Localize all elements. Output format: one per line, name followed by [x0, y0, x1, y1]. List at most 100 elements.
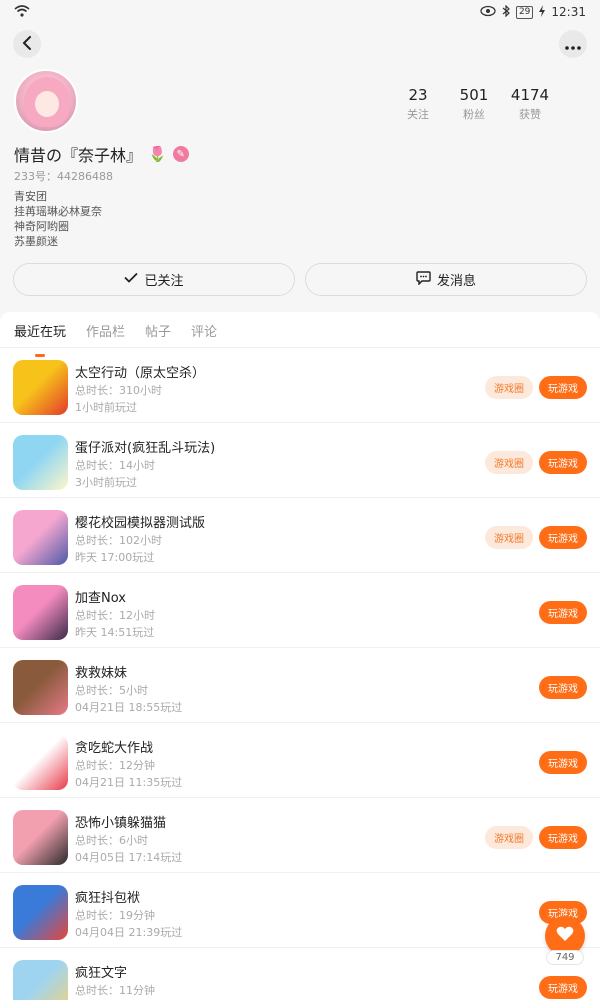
- game-circle-button[interactable]: 游戏圈: [485, 826, 533, 849]
- game-icon[interactable]: [13, 735, 68, 790]
- play-game-button[interactable]: 玩游戏: [539, 451, 587, 474]
- game-name: 救救妹妹: [75, 666, 128, 681]
- game-last-played: 04月04日 21:39玩过: [75, 926, 183, 939]
- stat-likes[interactable]: 4174 获赞: [502, 86, 558, 122]
- play-game-button[interactable]: 玩游戏: [539, 976, 587, 999]
- bio-line: 青安团: [14, 190, 47, 203]
- game-name: 太空行动（原太空杀）: [75, 366, 206, 381]
- stat-following[interactable]: 23 关注: [390, 86, 446, 122]
- play-game-button[interactable]: 玩游戏: [539, 676, 587, 699]
- game-icon[interactable]: [13, 660, 68, 715]
- game-last-played: 04月21日 18:55玩过: [75, 701, 183, 714]
- stat-label: 关注: [407, 108, 429, 121]
- status-bar: 29 12:31: [0, 0, 600, 24]
- content-panel: 最近在玩 作品栏 帖子 评论 太空行动（原太空杀） 总时长：310小时 1小时前玩过…: [0, 312, 600, 1000]
- bio-line: 苏墨颜迷: [14, 235, 58, 248]
- game-row[interactable]: 疯狂抖包袱 总时长：19分钟 04月04日 21:39玩过 玩游戏: [0, 873, 600, 948]
- game-duration: 总时长：6小时: [75, 834, 148, 847]
- stat-label: 获赞: [519, 108, 541, 121]
- status-time: 12:31: [551, 5, 586, 19]
- avatar[interactable]: [14, 69, 78, 133]
- game-duration: 总时长：19分钟: [75, 909, 155, 922]
- tab-recent[interactable]: 最近在玩: [14, 321, 66, 347]
- stat-value: 23: [408, 86, 428, 104]
- bio: 青安团 挂苒瑶琳必林夏奈 神奇阿哟圈 苏墨颜迷: [14, 189, 102, 249]
- game-row[interactable]: 疯狂文字总时长：11分钟 玩游戏: [0, 948, 600, 1000]
- back-button[interactable]: [13, 30, 41, 58]
- game-last-played: 04月05日 17:14玩过: [75, 851, 183, 864]
- user-id: 233号：44286488: [14, 170, 113, 183]
- game-icon[interactable]: [13, 435, 68, 490]
- game-icon[interactable]: [13, 510, 68, 565]
- stat-label: 粉丝: [463, 108, 485, 121]
- game-icon[interactable]: [13, 360, 68, 415]
- tab-posts[interactable]: 帖子: [145, 321, 171, 347]
- game-duration: 总时长：12小时: [75, 609, 155, 622]
- game-circle-button[interactable]: 游戏圈: [485, 376, 533, 399]
- tab-works[interactable]: 作品栏: [86, 321, 125, 347]
- game-last-played: 04月21日 11:35玩过: [75, 776, 183, 789]
- game-last-played: 3小时前玩过: [75, 476, 137, 489]
- like-count: 749: [546, 950, 584, 965]
- game-icon[interactable]: [13, 960, 68, 1000]
- game-row[interactable]: 贪吃蛇大作战 总时长：12分钟 04月21日 11:35玩过 玩游戏: [0, 723, 600, 798]
- wifi-icon: [14, 4, 30, 20]
- nickname: 情昔の『奈子林』: [14, 146, 143, 165]
- game-last-played: 昨天 17:00玩过: [75, 551, 155, 564]
- more-button[interactable]: [559, 30, 587, 58]
- game-duration: 总时长：11分钟: [75, 984, 155, 997]
- game-list: 太空行动（原太空杀） 总时长：310小时 1小时前玩过 游戏圈 玩游戏 蛋仔派对(疯狂乱斗…: [0, 348, 600, 1000]
- game-row[interactable]: 恐怖小镇躲猫猫 总时长：6小时 04月05日 17:14玩过 游戏圈 玩游戏: [0, 798, 600, 873]
- badge-icon[interactable]: ✎: [172, 146, 189, 162]
- game-icon[interactable]: [13, 810, 68, 865]
- game-name: 蛋仔派对(疯狂乱斗玩法): [75, 441, 216, 456]
- tab-bar: 最近在玩 作品栏 帖子 评论: [0, 312, 600, 348]
- game-row[interactable]: 加查Nox 总时长：12小时 昨天 14:51玩过 玩游戏: [0, 573, 600, 648]
- heart-icon: [556, 926, 574, 946]
- game-duration: 总时长：12分钟: [75, 759, 155, 772]
- game-row[interactable]: 蛋仔派对(疯狂乱斗玩法) 总时长：14小时 3小时前玩过 游戏圈 玩游戏: [0, 423, 600, 498]
- game-name: 疯狂抖包袱: [75, 891, 141, 906]
- eye-icon: [480, 5, 496, 20]
- game-name: 恐怖小镇躲猫猫: [75, 816, 167, 831]
- follow-label: 已关注: [144, 274, 184, 289]
- game-duration: 总时长：102小时: [75, 534, 162, 547]
- game-name: 加查Nox: [75, 591, 126, 606]
- game-icon[interactable]: [13, 885, 68, 940]
- play-game-button[interactable]: 玩游戏: [539, 826, 587, 849]
- message-icon: [416, 270, 431, 289]
- game-row[interactable]: 救救妹妹 总时长：5小时 04月21日 18:55玩过 玩游戏: [0, 648, 600, 723]
- game-row[interactable]: 太空行动（原太空杀） 总时长：310小时 1小时前玩过 游戏圈 玩游戏: [0, 348, 600, 423]
- bio-line: 神奇阿哟圈: [14, 220, 69, 233]
- profile-stats: 23 关注 501 粉丝 4174 获赞: [390, 86, 558, 122]
- bluetooth-icon: [502, 4, 510, 20]
- game-icon[interactable]: [13, 585, 68, 640]
- message-button[interactable]: 发消息: [305, 263, 587, 296]
- charging-icon: [539, 4, 546, 20]
- game-last-played: 昨天 14:51玩过: [75, 626, 155, 639]
- game-name: 樱花校园模拟器测试版: [75, 516, 206, 531]
- play-game-button[interactable]: 玩游戏: [539, 751, 587, 774]
- stat-value: 501: [459, 86, 489, 104]
- message-label: 发消息: [436, 274, 476, 289]
- game-circle-button[interactable]: 游戏圈: [485, 526, 533, 549]
- game-duration: 总时长：310小时: [75, 384, 162, 397]
- chevron-left-icon: [22, 35, 32, 54]
- stat-fans[interactable]: 501 粉丝: [446, 86, 502, 122]
- flower-icon: 🌷: [148, 145, 167, 163]
- play-game-button[interactable]: 玩游戏: [539, 376, 587, 399]
- bio-line: 挂苒瑶琳必林夏奈: [14, 205, 102, 218]
- check-icon: [124, 272, 139, 287]
- tab-comments[interactable]: 评论: [191, 321, 217, 347]
- game-name: 贪吃蛇大作战: [75, 741, 154, 756]
- game-last-played: 1小时前玩过: [75, 401, 137, 414]
- battery-icon: 29: [515, 5, 534, 19]
- play-game-button[interactable]: 玩游戏: [539, 526, 587, 549]
- play-game-button[interactable]: 玩游戏: [539, 601, 587, 624]
- game-circle-button[interactable]: 游戏圈: [485, 451, 533, 474]
- game-row[interactable]: 樱花校园模拟器测试版 总时长：102小时 昨天 17:00玩过 游戏圈 玩游戏: [0, 498, 600, 573]
- nickname-row: 情昔の『奈子林』 🌷 ✎: [14, 142, 189, 166]
- game-name: 疯狂文字: [75, 966, 128, 981]
- more-dots-icon: [565, 35, 581, 54]
- follow-button[interactable]: 已关注: [13, 263, 295, 296]
